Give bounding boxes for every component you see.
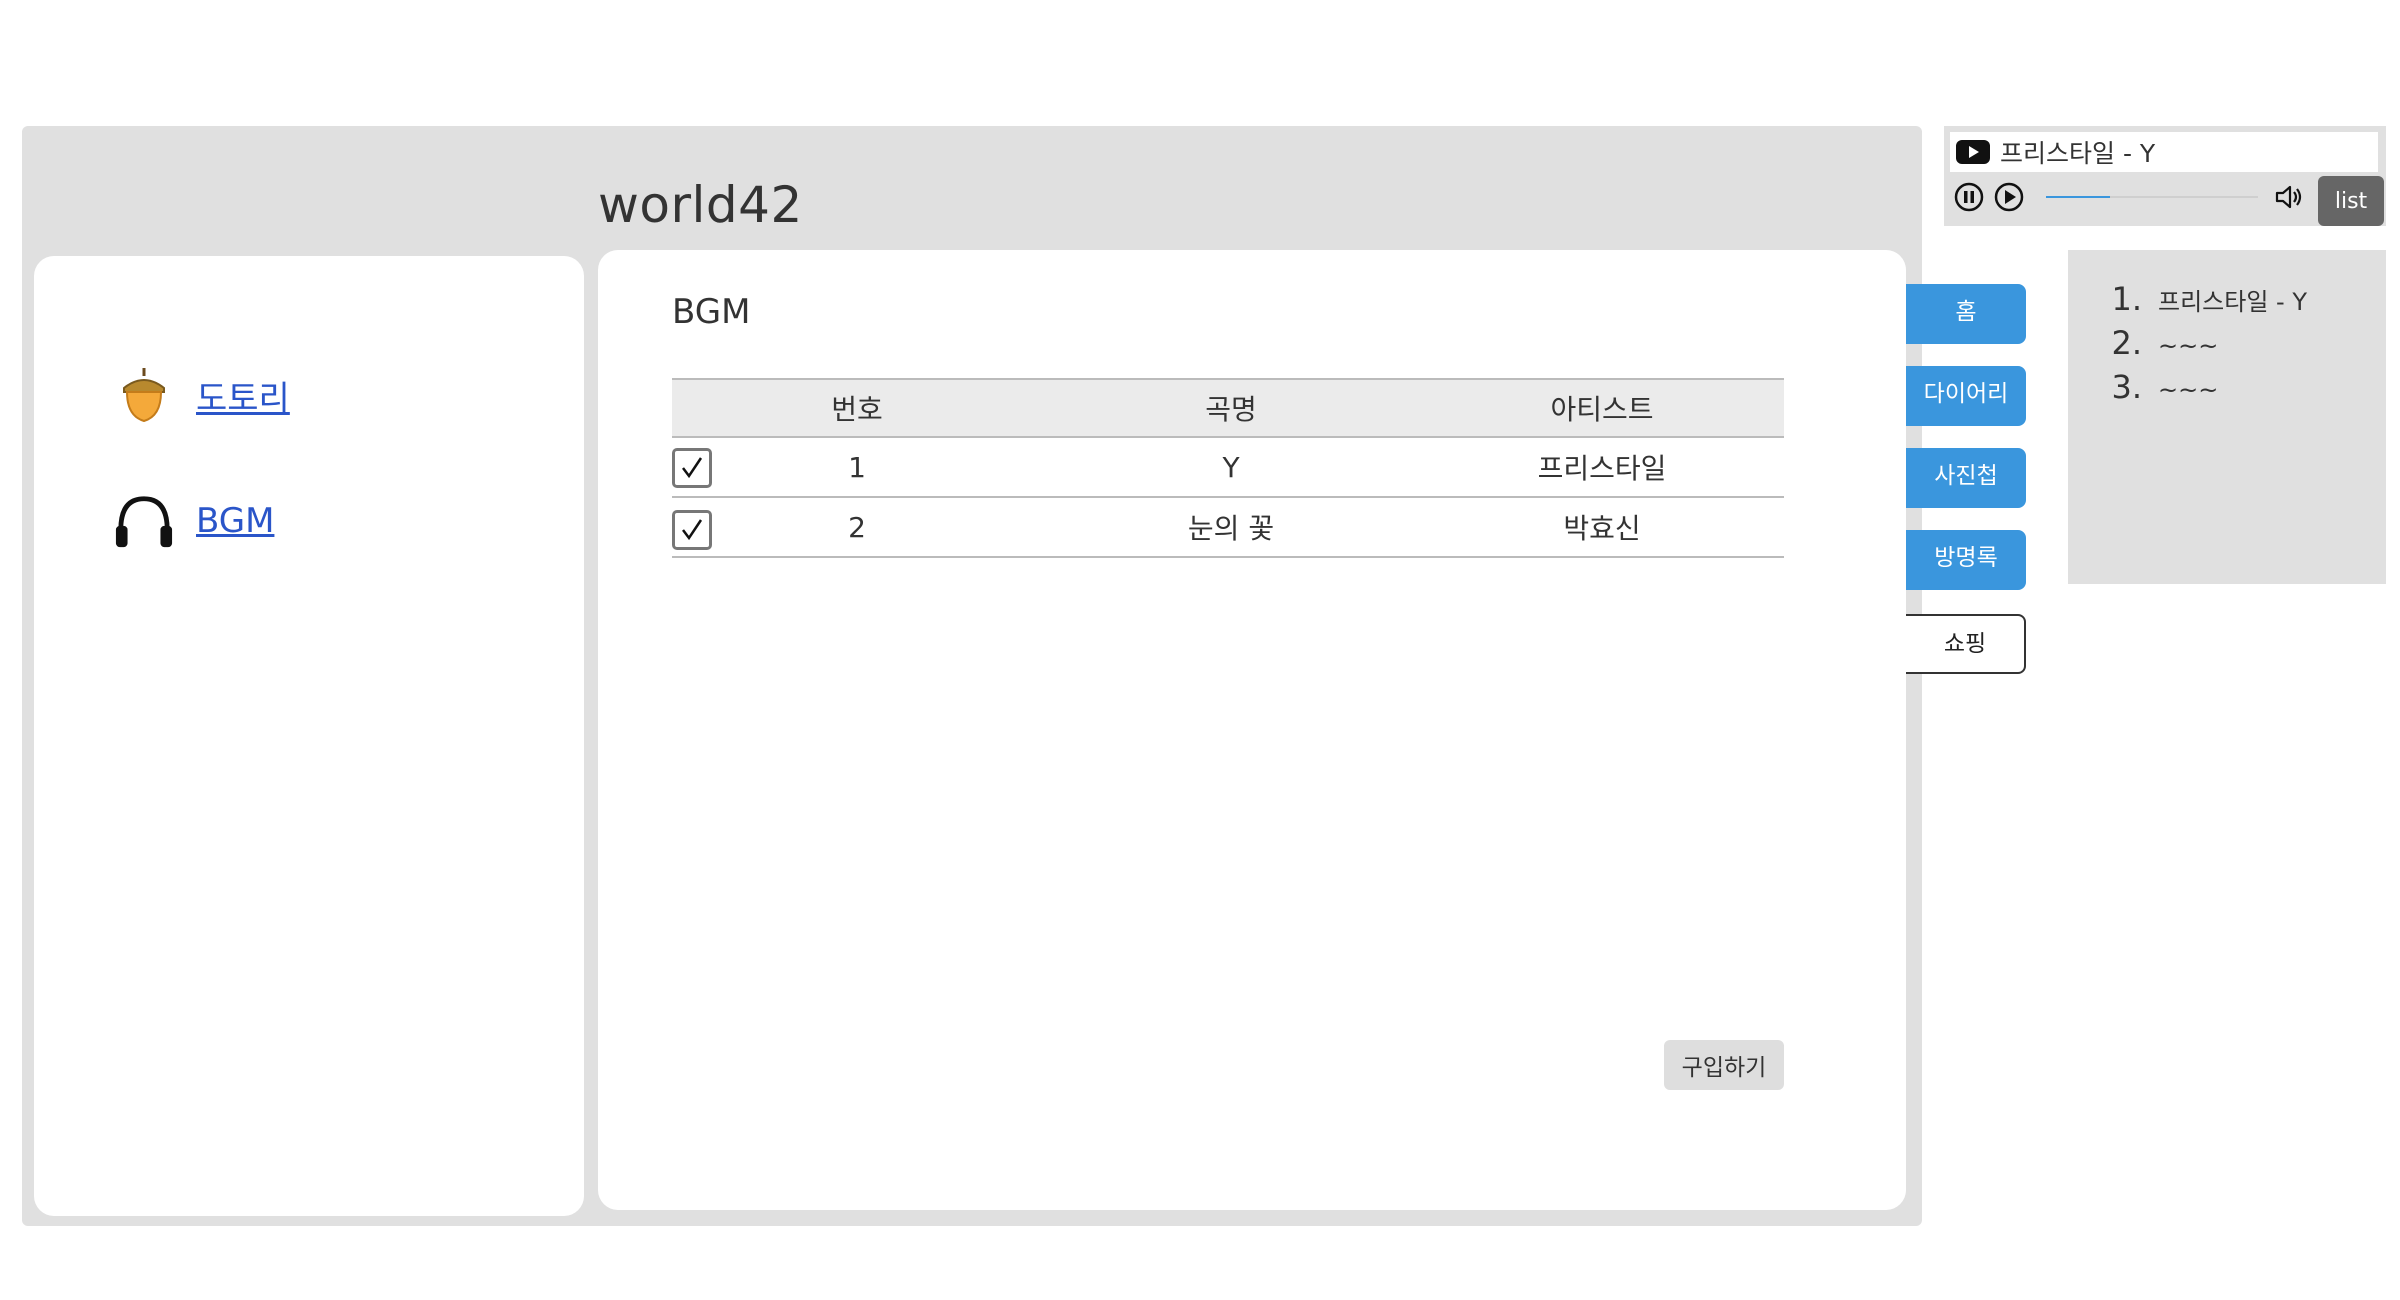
tab-guestbook[interactable]: 방명록 — [1906, 530, 2026, 590]
check-icon — [682, 519, 703, 541]
row-number-cell: 2 — [672, 497, 1042, 558]
column-header: 번호 — [672, 378, 1042, 438]
playlist-number: 1. — [2111, 280, 2142, 318]
song-artist: 프리스타일 — [1420, 437, 1784, 498]
playlist-item[interactable]: 1. 프리스타일 - Y — [2068, 280, 2386, 324]
progress-slider[interactable] — [2046, 196, 2258, 198]
column-header: 아티스트 — [1420, 378, 1784, 438]
tab-diary[interactable]: 다이어리 — [1906, 366, 2026, 426]
main-content: BGM 번호 곡명 아티스트 1 Y 프리스타일 2 눈의 꽃 박효신 구입하기 — [598, 250, 1906, 1210]
row-number-cell: 1 — [672, 437, 1042, 498]
youtube-icon — [1956, 140, 1990, 164]
sidebar-item-label[interactable]: BGM — [196, 501, 274, 541]
row-number: 2 — [848, 510, 866, 544]
buy-button[interactable]: 구입하기 — [1664, 1040, 1784, 1090]
playlist-item[interactable]: 3. ~~~ — [2068, 368, 2386, 412]
column-header: 곡명 — [1042, 378, 1420, 438]
tab-shopping[interactable]: 쇼핑 — [1906, 614, 2026, 674]
playlist-title: 프리스타일 - Y — [2158, 288, 2307, 316]
progress-fill — [2046, 196, 2110, 198]
playlist-button[interactable]: list — [2318, 176, 2384, 226]
song-title: 눈의 꽃 — [1042, 497, 1420, 558]
left-sidebar: 도토리 BGM — [34, 256, 584, 1216]
playlist-title: ~~~ — [2158, 376, 2219, 404]
table-row: 1 Y 프리스타일 — [672, 437, 1784, 498]
sidebar-item-bgm[interactable]: BGM — [114, 490, 274, 552]
table-row: 2 눈의 꽃 박효신 — [672, 497, 1784, 558]
row-checkbox[interactable] — [672, 448, 712, 488]
music-player: 프리스타일 - Y list — [1944, 126, 2386, 226]
song-artist: 박효신 — [1420, 497, 1784, 558]
playlist-number: 2. — [2111, 324, 2142, 362]
acorn-icon — [114, 364, 174, 426]
now-playing-title: 프리스타일 - Y — [2000, 139, 2156, 168]
playlist-number: 3. — [2111, 368, 2142, 406]
volume-icon[interactable] — [2274, 182, 2304, 212]
sidebar-item-label[interactable]: 도토리 — [196, 371, 290, 420]
section-title: BGM — [672, 292, 751, 332]
playlist-title: ~~~ — [2158, 332, 2219, 360]
bgm-table: 번호 곡명 아티스트 1 Y 프리스타일 2 눈의 꽃 박효신 — [672, 378, 1784, 558]
row-checkbox[interactable] — [672, 510, 712, 550]
sidebar-item-acorn[interactable]: 도토리 — [114, 364, 290, 426]
playlist-panel: 1. 프리스타일 - Y 2. ~~~ 3. ~~~ — [2068, 250, 2386, 584]
row-number: 1 — [848, 450, 866, 484]
now-playing-bar: 프리스타일 - Y — [1950, 132, 2378, 172]
headphones-icon — [114, 490, 174, 552]
pause-icon[interactable] — [1954, 182, 1984, 212]
tab-photos[interactable]: 사진첩 — [1906, 448, 2026, 508]
tab-home[interactable]: 홈 — [1906, 284, 2026, 344]
playlist-item[interactable]: 2. ~~~ — [2068, 324, 2386, 368]
check-icon — [682, 457, 703, 479]
site-title: world42 — [598, 176, 803, 234]
play-icon[interactable] — [1994, 182, 2024, 212]
song-title: Y — [1042, 437, 1420, 498]
